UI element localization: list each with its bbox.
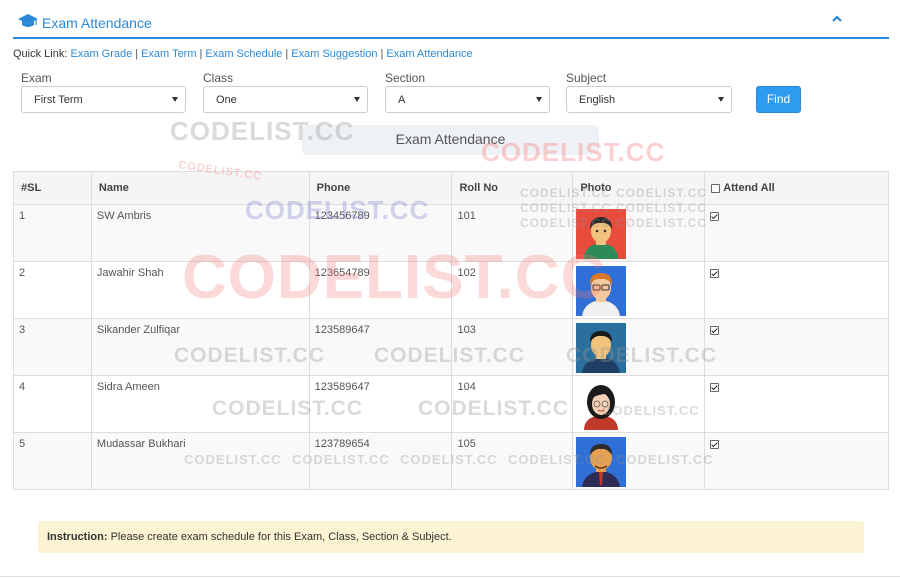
cell-attend xyxy=(704,375,889,433)
cell-photo xyxy=(572,261,706,319)
exam-select[interactable]: First Term xyxy=(21,86,186,113)
table-row: 4 Sidra Ameen 123589647 104 xyxy=(13,375,889,433)
attend-checkbox[interactable] xyxy=(710,382,720,392)
student-photo xyxy=(576,323,627,373)
subject-select[interactable]: English xyxy=(566,86,732,113)
quick-link-exam-schedule[interactable]: Exam Schedule xyxy=(205,48,282,60)
student-photo xyxy=(576,266,627,316)
student-photo xyxy=(576,437,627,487)
column-header-phone: Phone xyxy=(308,171,453,205)
class-select-value: One xyxy=(216,94,237,106)
attend-checkbox[interactable] xyxy=(710,268,720,278)
column-header-photo: Photo xyxy=(572,171,706,205)
cell-name: Jawahir Shah xyxy=(90,261,310,319)
section-select[interactable]: A xyxy=(385,86,550,113)
cell-photo xyxy=(572,432,706,490)
quick-link-separator: | xyxy=(285,48,289,60)
cell-phone: 123589647 xyxy=(308,375,453,433)
subject-select-value: English xyxy=(579,94,616,106)
column-header-roll-no: Roll No xyxy=(451,171,574,205)
cell-name: Sikander Zulfiqar xyxy=(90,318,310,376)
quick-link-prefix: Quick Link: xyxy=(13,48,68,60)
cell-attend xyxy=(704,204,889,262)
instruction-text: Please create exam schedule for this Exa… xyxy=(110,531,452,543)
quick-link-exam-term[interactable]: Exam Term xyxy=(141,48,196,60)
caret-down-icon xyxy=(172,97,178,102)
instruction-label: Instruction: xyxy=(47,531,108,543)
caret-down-icon xyxy=(354,97,360,102)
section-select-value: A xyxy=(398,94,406,106)
student-photo xyxy=(576,380,627,430)
table-header-row: #SL Name Phone Roll No Photo Attend All xyxy=(13,171,889,205)
divider xyxy=(0,576,900,577)
cell-sl: 3 xyxy=(13,318,92,376)
cell-roll: 101 xyxy=(451,204,574,262)
cell-sl: 1 xyxy=(13,204,92,262)
column-header-attend-all: Attend All xyxy=(704,171,889,205)
graduation-cap-icon xyxy=(18,14,38,27)
cell-photo xyxy=(572,375,706,433)
cell-photo xyxy=(572,204,706,262)
find-button[interactable]: Find xyxy=(756,86,801,113)
attend-all-checkbox[interactable] xyxy=(711,183,721,193)
quick-link-separator: | xyxy=(199,48,203,60)
column-header-sl: #SL xyxy=(13,171,92,205)
cell-name: SW Ambris xyxy=(90,204,310,262)
attendance-table: #SL Name Phone Roll No Photo Attend All … xyxy=(13,171,889,490)
table-row: 5 Mudassar Bukhari 123789654 105 xyxy=(13,432,889,490)
quick-link-separator: | xyxy=(380,48,384,60)
class-label: Class xyxy=(203,71,234,85)
exam-label: Exam xyxy=(21,71,52,85)
cell-roll: 104 xyxy=(451,375,574,433)
cell-name: Mudassar Bukhari xyxy=(90,432,310,490)
attend-all-label: Attend All xyxy=(723,182,775,195)
cell-phone: 123456789 xyxy=(308,204,453,262)
table-row: 3 Sikander Zulfiqar 123589647 103 xyxy=(13,318,889,376)
table-row: 2 Jawahir Shah 123654789 102 xyxy=(13,261,889,319)
column-header-name: Name xyxy=(90,171,310,205)
instruction-box: Instruction: Please create exam schedule… xyxy=(38,521,864,553)
quick-link-exam-attendance[interactable]: Exam Attendance xyxy=(386,48,472,60)
cell-sl: 2 xyxy=(13,261,92,319)
cell-roll: 102 xyxy=(451,261,574,319)
cell-name: Sidra Ameen xyxy=(90,375,310,433)
attend-checkbox[interactable] xyxy=(710,325,720,335)
cell-attend xyxy=(704,318,889,376)
quick-link-exam-grade[interactable]: Exam Grade xyxy=(70,48,132,60)
section-label: Section xyxy=(385,71,426,85)
panel-header: Exam Attendance xyxy=(13,8,889,39)
page-title: Exam Attendance xyxy=(42,15,152,31)
subject-label: Subject xyxy=(566,71,607,85)
cell-phone: 123589647 xyxy=(308,318,453,376)
quick-links: Quick Link: Exam Grade | Exam Term | Exam Sc… xyxy=(13,48,473,60)
cell-phone: 123654789 xyxy=(308,261,453,319)
student-photo xyxy=(576,209,627,259)
caret-down-icon xyxy=(718,97,724,102)
cell-phone: 123789654 xyxy=(308,432,453,490)
quick-link-exam-suggestion[interactable]: Exam Suggestion xyxy=(291,48,377,60)
cell-sl: 5 xyxy=(13,432,92,490)
table-row: 1 SW Ambris 123456789 101 xyxy=(13,204,889,262)
attend-checkbox[interactable] xyxy=(710,439,720,449)
class-select[interactable]: One xyxy=(203,86,368,113)
exam-select-value: First Term xyxy=(34,94,83,106)
cell-attend xyxy=(704,261,889,319)
attend-checkbox[interactable] xyxy=(710,211,720,221)
cell-roll: 105 xyxy=(451,432,574,490)
cell-roll: 103 xyxy=(451,318,574,376)
chevron-up-icon[interactable] xyxy=(830,12,844,26)
caret-down-icon xyxy=(536,97,542,102)
cell-sl: 4 xyxy=(13,375,92,433)
quick-link-separator: | xyxy=(135,48,139,60)
cell-attend xyxy=(704,432,889,490)
cell-photo xyxy=(572,318,706,376)
section-title: Exam Attendance xyxy=(302,125,599,155)
